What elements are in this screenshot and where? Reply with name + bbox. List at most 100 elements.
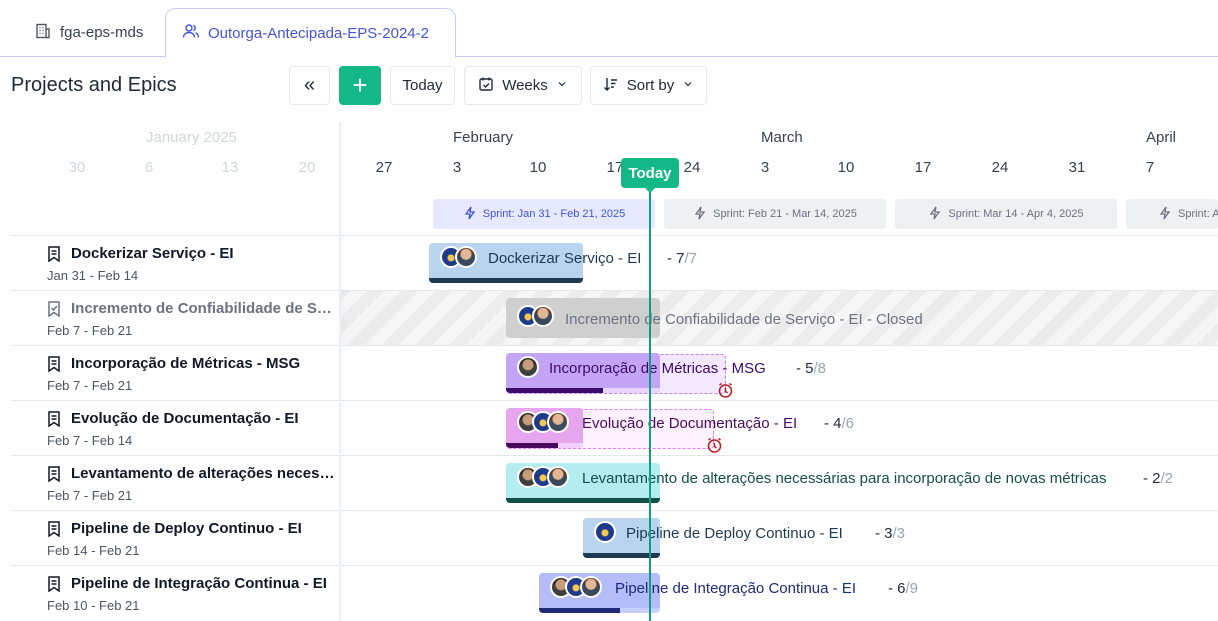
today-marker: Today [621,158,679,193]
task-count: - 6/9 [888,580,919,597]
avatar [547,411,569,433]
task-count-done: 4 [833,415,842,432]
tab-bar: fga-eps-mds Outorga-Antecipada-EPS-2024-… [0,0,1218,58]
epic-row[interactable]: Incremento de Confiabilidade de Serviço … [11,290,1218,345]
lightning-icon [1158,206,1172,223]
epic-row-info[interactable]: Incorporação de Métricas - MSG Feb 7 - F… [11,346,340,400]
sprint-label: Sprint: Mar 14 - Apr 4, 2025 [948,208,1084,220]
sprint-chip[interactable]: Sprint: Apr 4 - Apr 25, 2025 [1126,199,1218,229]
epic-row-info[interactable]: Incremento de Confiabilidade de Serviço … [11,291,340,345]
day-label: 24 [991,159,1009,176]
epic-dates: Jan 31 - Feb 14 [47,268,139,283]
epic-row[interactable]: Evolução de Documentação - EI Feb 7 - Fe… [11,400,1218,455]
task-count-total: /3 [892,525,906,542]
avatar [580,576,602,598]
progress-fill [506,388,603,393]
tab-label: fga-eps-mds [60,24,144,41]
epic-name: Pipeline de Deploy Continuo - EI [71,520,302,537]
day-label: 13 [221,159,239,176]
chevron-down-icon [682,77,694,94]
epic-name: Dockerizar Serviço - EI [71,245,234,262]
alarm-clock-icon [717,382,734,399]
timeline-header: January 2025 30 6 13 20 February March A… [0,122,1218,236]
page-title: Projects and Epics [11,74,177,96]
task-count-total: /9 [905,580,919,597]
epic-row-info[interactable]: Evolução de Documentação - EI Feb 7 - Fe… [11,401,340,455]
avatar [547,466,569,488]
lightning-icon [463,206,477,223]
avatar [532,305,554,327]
task-count-total: /8 [813,360,827,377]
task-count-done: 2 [1152,470,1161,487]
day-label: 3 [760,159,770,176]
task-count-done: 7 [676,250,685,267]
sort-label: Sort by [626,77,675,94]
epic-bar-label: Pipeline de Deploy Continuo - EI [626,525,843,542]
month-label: April [1146,129,1177,146]
sprint-label: Sprint: Jan 31 - Feb 21, 2025 [482,208,626,220]
epic-name: Levantamento de alterações necessárias p… [71,465,335,482]
weeks-dropdown[interactable]: Weeks [464,66,582,105]
epic-dates: Feb 14 - Feb 21 [47,543,140,558]
epic-bar-label: Dockerizar Serviço - EI [488,250,642,267]
epic-bar-label: Levantamento de alterações necessárias p… [582,470,1107,487]
alarm-clock-icon [706,437,723,454]
chevron-down-icon [556,77,568,94]
collapse-button[interactable]: « [289,66,330,105]
building-icon [34,22,52,44]
epic-bar-label: Incorporação de Métricas - MSG [549,360,766,377]
sprint-chip[interactable]: Sprint: Feb 21 - Mar 14, 2025 [664,199,886,229]
task-count: - 2/2 [1143,470,1174,487]
add-button[interactable]: + [339,66,381,105]
epic-row[interactable]: Pipeline de Deploy Continuo - EI Feb 14 … [11,510,1218,565]
sprint-chip[interactable]: Sprint: Jan 31 - Feb 21, 2025 [433,199,655,229]
task-count: - 5/8 [796,360,827,377]
epic-row[interactable]: Incorporação de Métricas - MSG Feb 7 - F… [11,345,1218,400]
sort-dropdown[interactable]: Sort by [590,66,707,105]
epic-row-info[interactable]: Dockerizar Serviço - EI Jan 31 - Feb 14 [11,236,340,290]
task-count-done: 6 [897,580,906,597]
today-button[interactable]: Today [390,66,455,105]
lightning-icon [693,206,707,223]
month-label: January 2025 [146,129,237,146]
sprint-label: Sprint: Apr 4 - Apr 25, 2025 [1178,208,1218,220]
day-label: 17 [914,159,932,176]
epic-row[interactable]: Levantamento de alterações necessárias p… [11,455,1218,510]
day-label: 30 [68,159,86,176]
day-label: 10 [837,159,855,176]
sprint-chip[interactable]: Sprint: Mar 14 - Apr 4, 2025 [895,199,1117,229]
users-icon [182,22,200,44]
avatar [455,246,477,268]
tab-outorga-antecipada[interactable]: Outorga-Antecipada-EPS-2024-2 [165,8,456,58]
task-count: - 7/7 [667,250,698,267]
task-count: - 4/6 [824,415,855,432]
task-count: - 3/3 [875,525,906,542]
day-label: 7 [1145,159,1155,176]
assignee-avatars [517,356,539,378]
day-label: 27 [375,159,393,176]
epic-dates: Feb 10 - Feb 21 [47,598,140,613]
avatar [594,521,616,543]
epic-row[interactable]: Pipeline de Integração Continua - EI Feb… [11,565,1218,620]
tab-fga-eps-mds[interactable]: fga-eps-mds [18,8,159,57]
panel-divider[interactable] [339,122,341,621]
lightning-icon [928,206,942,223]
assignee-avatars [550,576,602,598]
epic-dates: Feb 7 - Feb 21 [47,378,133,393]
epic-row-info[interactable]: Pipeline de Integração Continua - EI Feb… [11,566,340,620]
assignee-avatars [517,411,569,433]
epic-row[interactable]: Dockerizar Serviço - EI Jan 31 - Feb 14 … [11,235,1218,290]
day-label: 6 [144,159,154,176]
epic-row-info[interactable]: Levantamento de alterações necessárias p… [11,456,340,510]
avatar [517,356,539,378]
month-label: March [761,129,803,146]
task-count-total: /6 [841,415,855,432]
epic-name: Pipeline de Integração Continua - EI [71,575,327,592]
epic-name: Incremento de Confiabilidade de Serviço … [71,300,335,317]
assignee-avatars [440,246,477,268]
task-count-done: 5 [805,360,814,377]
task-count-done: 3 [884,525,893,542]
calendar-check-icon [478,76,494,96]
progress-track [506,498,660,503]
epic-row-info[interactable]: Pipeline de Deploy Continuo - EI Feb 14 … [11,511,340,565]
